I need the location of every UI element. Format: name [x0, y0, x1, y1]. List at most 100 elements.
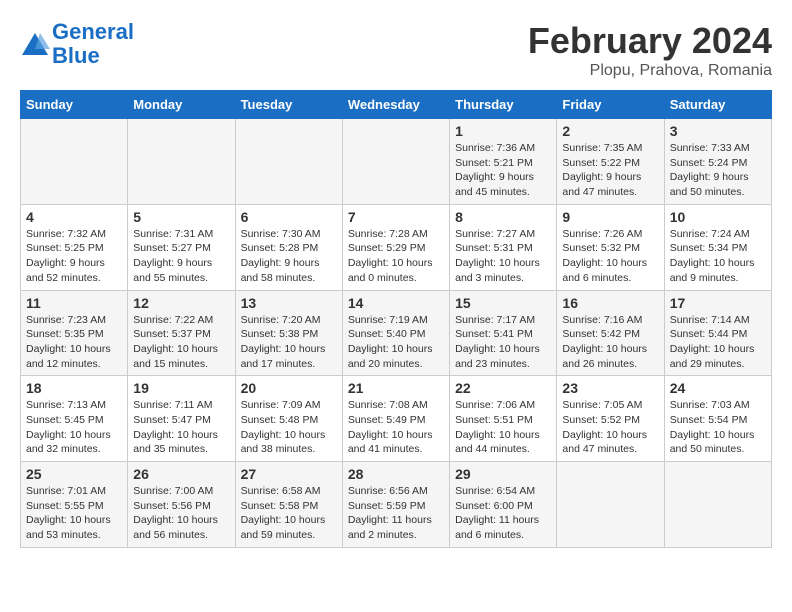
calendar-cell: 21 Sunrise: 7:08 AM Sunset: 5:49 PM Dayli…	[342, 376, 449, 462]
calendar-cell	[235, 119, 342, 205]
day-info: Sunrise: 7:01 AM Sunset: 5:55 PM Dayligh…	[26, 484, 122, 543]
day-number: 2	[562, 123, 658, 139]
calendar-cell: 16 Sunrise: 7:16 AM Sunset: 5:42 PM Dayli…	[557, 290, 664, 376]
day-info: Sunrise: 7:14 AM Sunset: 5:44 PM Dayligh…	[670, 313, 766, 372]
day-number: 23	[562, 380, 658, 396]
day-info: Sunrise: 7:33 AM Sunset: 5:24 PM Dayligh…	[670, 141, 766, 200]
day-number: 24	[670, 380, 766, 396]
day-number: 18	[26, 380, 122, 396]
calendar-cell: 14 Sunrise: 7:19 AM Sunset: 5:40 PM Dayli…	[342, 290, 449, 376]
day-number: 13	[241, 295, 337, 311]
calendar-cell: 29 Sunrise: 6:54 AM Sunset: 6:00 PM Dayli…	[450, 462, 557, 548]
calendar-cell: 11Sunrise: 7:23 AM Sunset: 5:35 PM Dayli…	[21, 290, 128, 376]
calendar-cell: 22Sunrise: 7:06 AM Sunset: 5:51 PM Dayli…	[450, 376, 557, 462]
calendar-cell: 17 Sunrise: 7:14 AM Sunset: 5:44 PM Dayli…	[664, 290, 771, 376]
day-header-tuesday: Tuesday	[235, 91, 342, 119]
day-number: 27	[241, 466, 337, 482]
calendar-cell: 2 Sunrise: 7:35 AM Sunset: 5:22 PM Daylig…	[557, 119, 664, 205]
day-info: Sunrise: 7:20 AM Sunset: 5:38 PM Dayligh…	[241, 313, 337, 372]
day-number: 16	[562, 295, 658, 311]
calendar-cell: 6Sunrise: 7:30 AM Sunset: 5:28 PM Daylig…	[235, 204, 342, 290]
day-info: Sunrise: 7:27 AM Sunset: 5:31 PM Dayligh…	[455, 227, 551, 286]
calendar-cell: 20Sunrise: 7:09 AM Sunset: 5:48 PM Dayli…	[235, 376, 342, 462]
calendar-cell: 8 Sunrise: 7:27 AM Sunset: 5:31 PM Daylig…	[450, 204, 557, 290]
day-header-sunday: Sunday	[21, 91, 128, 119]
day-header-saturday: Saturday	[664, 91, 771, 119]
calendar-cell: 4 Sunrise: 7:32 AM Sunset: 5:25 PM Daylig…	[21, 204, 128, 290]
day-number: 15	[455, 295, 551, 311]
day-header-friday: Friday	[557, 91, 664, 119]
calendar-cell: 7 Sunrise: 7:28 AM Sunset: 5:29 PM Daylig…	[342, 204, 449, 290]
calendar-cell: 12Sunrise: 7:22 AM Sunset: 5:37 PM Dayli…	[128, 290, 235, 376]
calendar-cell: 24 Sunrise: 7:03 AM Sunset: 5:54 PM Dayli…	[664, 376, 771, 462]
day-number: 21	[348, 380, 444, 396]
day-number: 9	[562, 209, 658, 225]
day-info: Sunrise: 7:32 AM Sunset: 5:25 PM Dayligh…	[26, 227, 122, 286]
calendar-cell	[128, 119, 235, 205]
day-number: 28	[348, 466, 444, 482]
day-info: Sunrise: 7:00 AM Sunset: 5:56 PM Dayligh…	[133, 484, 229, 543]
week-row-4: 18 Sunrise: 7:13 AM Sunset: 5:45 PM Dayli…	[21, 376, 772, 462]
calendar-cell: 13 Sunrise: 7:20 AM Sunset: 5:38 PM Dayli…	[235, 290, 342, 376]
day-info: Sunrise: 7:22 AM Sunset: 5:37 PM Dayligh…	[133, 313, 229, 372]
day-number: 3	[670, 123, 766, 139]
logo-icon	[20, 29, 50, 59]
page-header: General Blue February 2024 Plopu, Prahov…	[20, 20, 772, 80]
day-number: 8	[455, 209, 551, 225]
calendar-cell: 5 Sunrise: 7:31 AM Sunset: 5:27 PM Daylig…	[128, 204, 235, 290]
day-info: Sunrise: 7:17 AM Sunset: 5:41 PM Dayligh…	[455, 313, 551, 372]
week-row-5: 25Sunrise: 7:01 AM Sunset: 5:55 PM Dayli…	[21, 462, 772, 548]
day-info: Sunrise: 7:03 AM Sunset: 5:54 PM Dayligh…	[670, 398, 766, 457]
day-info: Sunrise: 7:30 AM Sunset: 5:28 PM Dayligh…	[241, 227, 337, 286]
calendar-cell	[21, 119, 128, 205]
calendar-cell: 1Sunrise: 7:36 AM Sunset: 5:21 PM Daylig…	[450, 119, 557, 205]
day-info: Sunrise: 7:11 AM Sunset: 5:47 PM Dayligh…	[133, 398, 229, 457]
day-number: 26	[133, 466, 229, 482]
day-info: Sunrise: 7:31 AM Sunset: 5:27 PM Dayligh…	[133, 227, 229, 286]
day-info: Sunrise: 6:58 AM Sunset: 5:58 PM Dayligh…	[241, 484, 337, 543]
week-row-3: 11Sunrise: 7:23 AM Sunset: 5:35 PM Dayli…	[21, 290, 772, 376]
day-number: 4	[26, 209, 122, 225]
day-info: Sunrise: 7:28 AM Sunset: 5:29 PM Dayligh…	[348, 227, 444, 286]
day-number: 19	[133, 380, 229, 396]
calendar-cell	[664, 462, 771, 548]
calendar-cell: 27 Sunrise: 6:58 AM Sunset: 5:58 PM Dayli…	[235, 462, 342, 548]
calendar-cell	[342, 119, 449, 205]
day-info: Sunrise: 6:54 AM Sunset: 6:00 PM Dayligh…	[455, 484, 551, 543]
day-number: 29	[455, 466, 551, 482]
day-info: Sunrise: 7:08 AM Sunset: 5:49 PM Dayligh…	[348, 398, 444, 457]
week-row-2: 4 Sunrise: 7:32 AM Sunset: 5:25 PM Daylig…	[21, 204, 772, 290]
logo: General Blue	[20, 20, 134, 68]
day-info: Sunrise: 7:05 AM Sunset: 5:52 PM Dayligh…	[562, 398, 658, 457]
title-block: February 2024 Plopu, Prahova, Romania	[528, 20, 772, 80]
day-info: Sunrise: 7:26 AM Sunset: 5:32 PM Dayligh…	[562, 227, 658, 286]
day-info: Sunrise: 7:35 AM Sunset: 5:22 PM Dayligh…	[562, 141, 658, 200]
calendar-cell: 3 Sunrise: 7:33 AM Sunset: 5:24 PM Daylig…	[664, 119, 771, 205]
calendar-cell	[557, 462, 664, 548]
week-row-1: 1Sunrise: 7:36 AM Sunset: 5:21 PM Daylig…	[21, 119, 772, 205]
day-info: Sunrise: 7:19 AM Sunset: 5:40 PM Dayligh…	[348, 313, 444, 372]
day-number: 14	[348, 295, 444, 311]
calendar-cell: 9 Sunrise: 7:26 AM Sunset: 5:32 PM Daylig…	[557, 204, 664, 290]
day-number: 11	[26, 295, 122, 311]
calendar-table: SundayMondayTuesdayWednesdayThursdayFrid…	[20, 90, 772, 548]
header-row: SundayMondayTuesdayWednesdayThursdayFrid…	[21, 91, 772, 119]
day-number: 7	[348, 209, 444, 225]
day-info: Sunrise: 6:56 AM Sunset: 5:59 PM Dayligh…	[348, 484, 444, 543]
day-number: 17	[670, 295, 766, 311]
calendar-cell: 28 Sunrise: 6:56 AM Sunset: 5:59 PM Dayli…	[342, 462, 449, 548]
day-number: 5	[133, 209, 229, 225]
day-header-monday: Monday	[128, 91, 235, 119]
calendar-cell: 26 Sunrise: 7:00 AM Sunset: 5:56 PM Dayli…	[128, 462, 235, 548]
day-number: 20	[241, 380, 337, 396]
location: Plopu, Prahova, Romania	[528, 62, 772, 80]
day-info: Sunrise: 7:06 AM Sunset: 5:51 PM Dayligh…	[455, 398, 551, 457]
day-info: Sunrise: 7:13 AM Sunset: 5:45 PM Dayligh…	[26, 398, 122, 457]
calendar-cell: 10Sunrise: 7:24 AM Sunset: 5:34 PM Dayli…	[664, 204, 771, 290]
calendar-cell: 18 Sunrise: 7:13 AM Sunset: 5:45 PM Dayli…	[21, 376, 128, 462]
day-info: Sunrise: 7:16 AM Sunset: 5:42 PM Dayligh…	[562, 313, 658, 372]
calendar-cell: 25Sunrise: 7:01 AM Sunset: 5:55 PM Dayli…	[21, 462, 128, 548]
calendar-cell: 15 Sunrise: 7:17 AM Sunset: 5:41 PM Dayli…	[450, 290, 557, 376]
calendar-cell: 23 Sunrise: 7:05 AM Sunset: 5:52 PM Dayli…	[557, 376, 664, 462]
day-header-wednesday: Wednesday	[342, 91, 449, 119]
